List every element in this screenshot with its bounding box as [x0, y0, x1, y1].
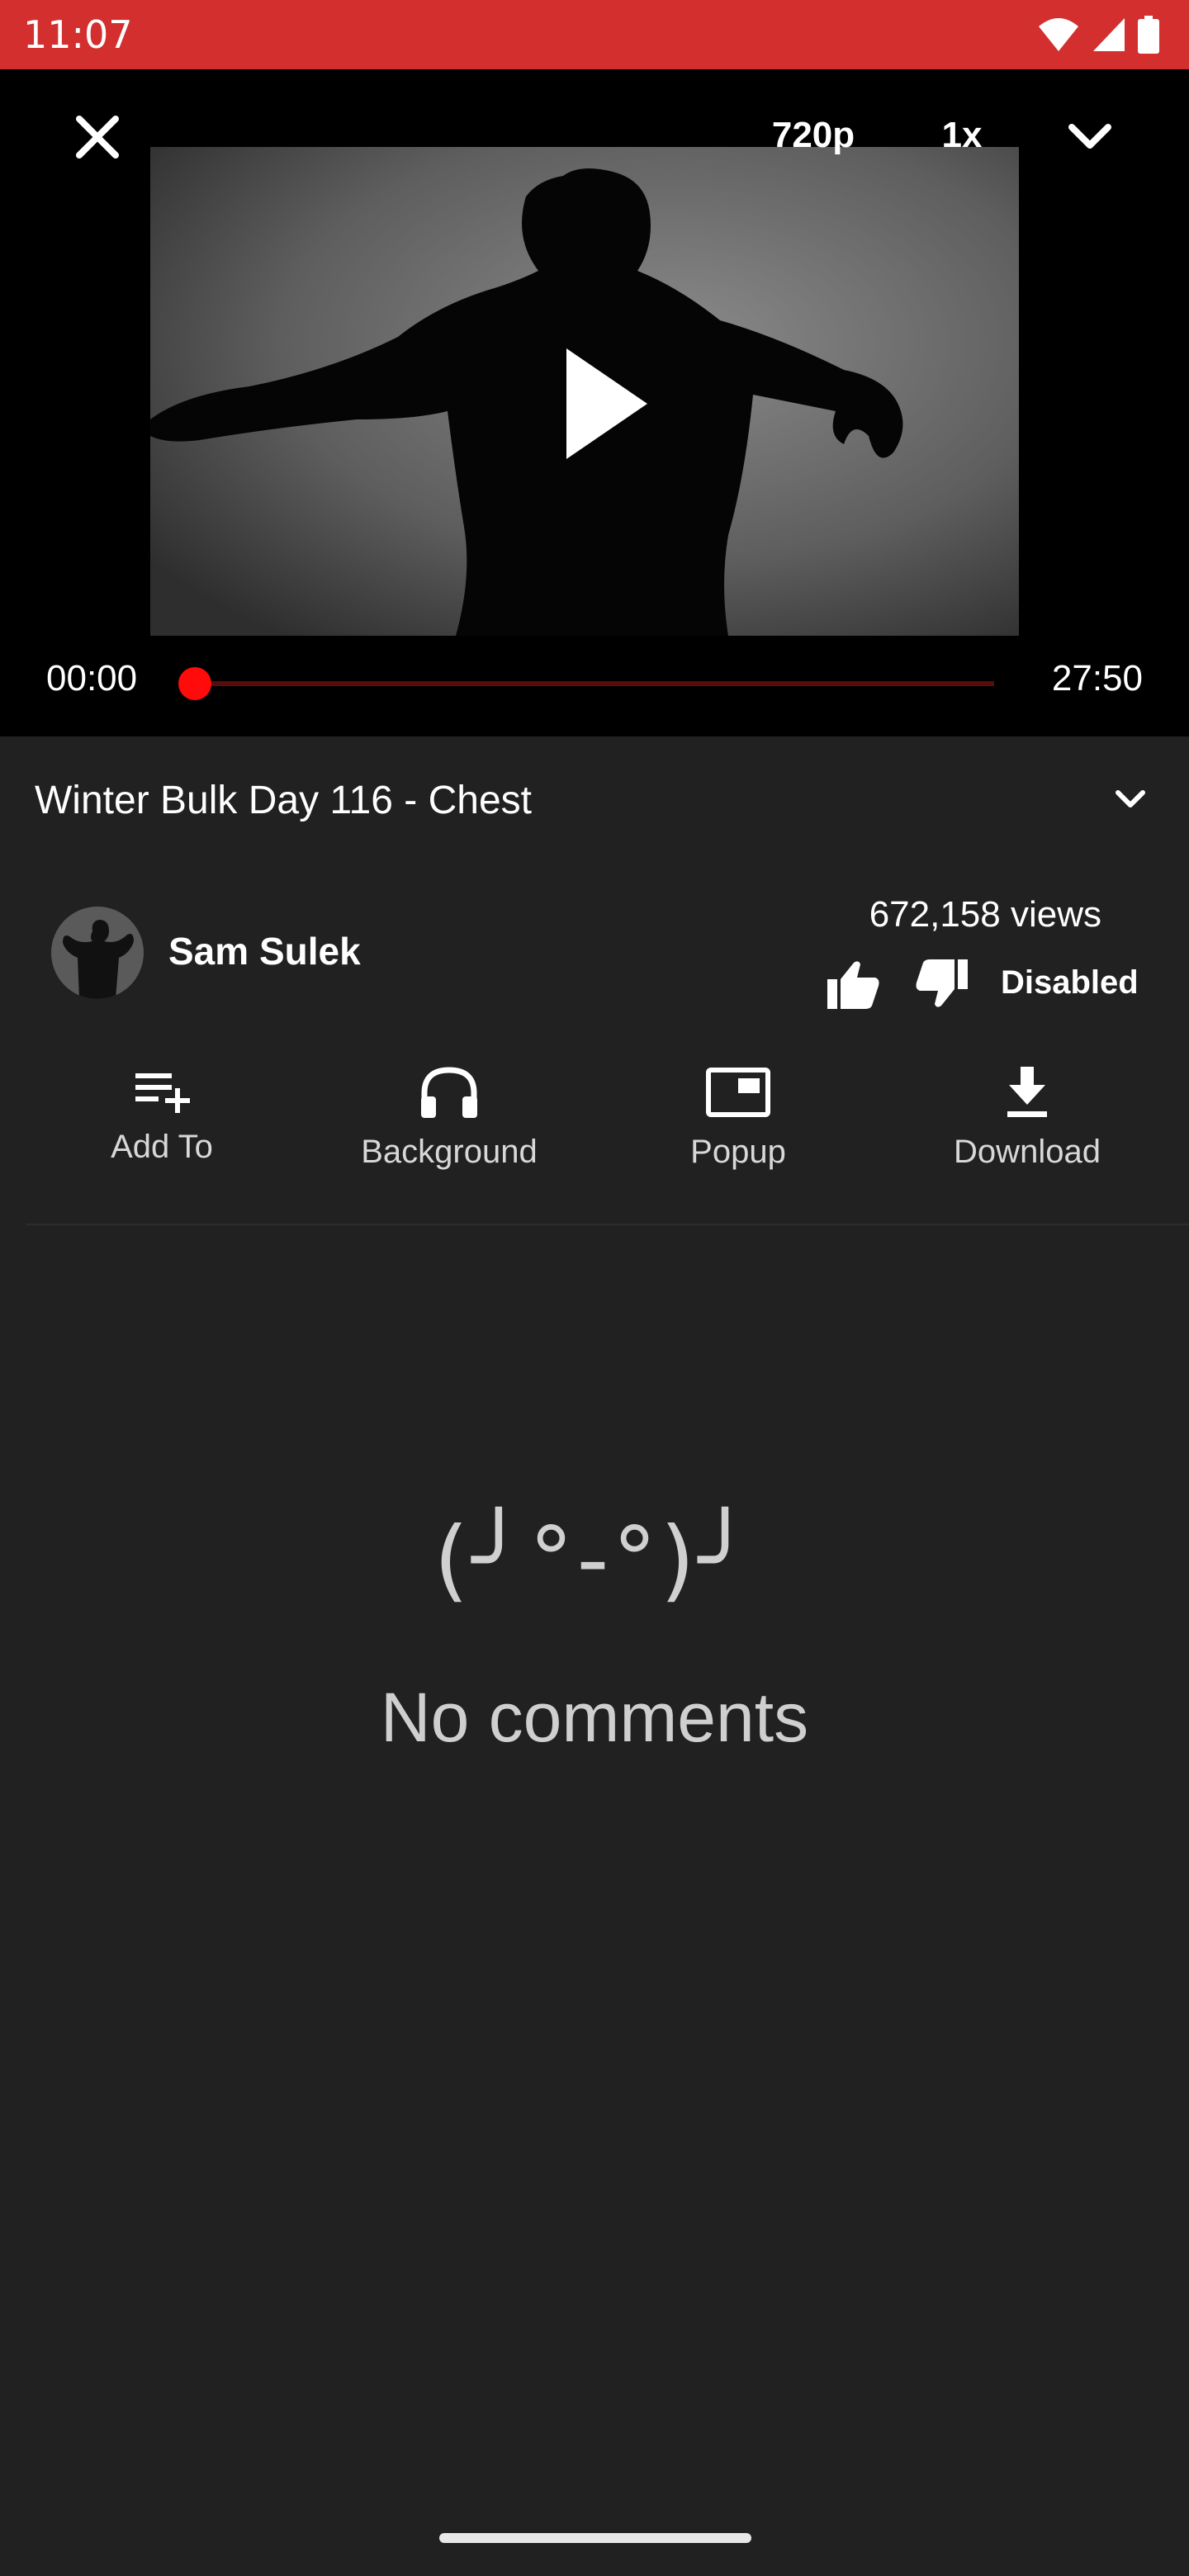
gesture-nav-handle[interactable] — [439, 2533, 751, 2543]
seekbar[interactable] — [195, 681, 994, 686]
cellular-signal-icon — [1093, 18, 1125, 51]
popup-player-button[interactable]: Popup — [614, 1065, 862, 1197]
empty-state-emoticon: (╯°-°)╯ — [433, 1508, 756, 1612]
wifi-icon — [1039, 18, 1078, 51]
divider — [26, 1224, 1189, 1225]
avatar[interactable] — [51, 907, 144, 999]
battery-icon — [1138, 16, 1159, 54]
download-button[interactable]: Download — [903, 1065, 1151, 1197]
playlist-add-icon — [135, 1073, 190, 1113]
play-icon[interactable] — [545, 342, 652, 466]
chevron-down-icon[interactable] — [1110, 774, 1151, 824]
total-time: 27:50 — [1051, 658, 1143, 698]
current-time: 00:00 — [46, 658, 138, 698]
download-icon — [1007, 1067, 1047, 1117]
seekbar-thumb[interactable] — [178, 667, 211, 700]
no-comments-message: No comments — [380, 1679, 809, 1756]
channel-name[interactable]: Sam Sulek — [168, 926, 361, 976]
status-time: 11:07 — [23, 12, 133, 57]
background-play-button[interactable]: Background — [325, 1065, 573, 1197]
avatar-image — [51, 907, 144, 999]
chevron-down-icon[interactable] — [1062, 106, 1118, 168]
popup-label: Popup — [690, 1134, 786, 1170]
add-to-playlist-button[interactable]: Add To — [38, 1065, 286, 1197]
view-count: 672,158 views — [869, 894, 1101, 935]
status-bar: 11:07 — [0, 0, 1189, 69]
headphones-icon — [421, 1067, 477, 1118]
add-to-label: Add To — [111, 1129, 213, 1165]
background-label: Background — [361, 1134, 538, 1170]
close-icon[interactable] — [66, 106, 129, 168]
video-title[interactable]: Winter Bulk Day 116 - Chest — [35, 774, 532, 827]
thumb-up-icon — [827, 961, 879, 1009]
picture-in-picture-icon — [706, 1068, 770, 1117]
video-player[interactable]: 720p 1x 00:00 27:50 — [0, 69, 1189, 736]
playback-speed-button[interactable]: 1x — [925, 111, 999, 160]
quality-button[interactable]: 720p — [760, 111, 867, 160]
status-icons — [1037, 15, 1159, 54]
action-bar: Add To Background Popup Download — [0, 1065, 1189, 1197]
dislikes-disabled-label: Disabled — [1001, 964, 1139, 1001]
download-label: Download — [954, 1134, 1101, 1170]
thumb-down-icon — [916, 959, 968, 1007]
